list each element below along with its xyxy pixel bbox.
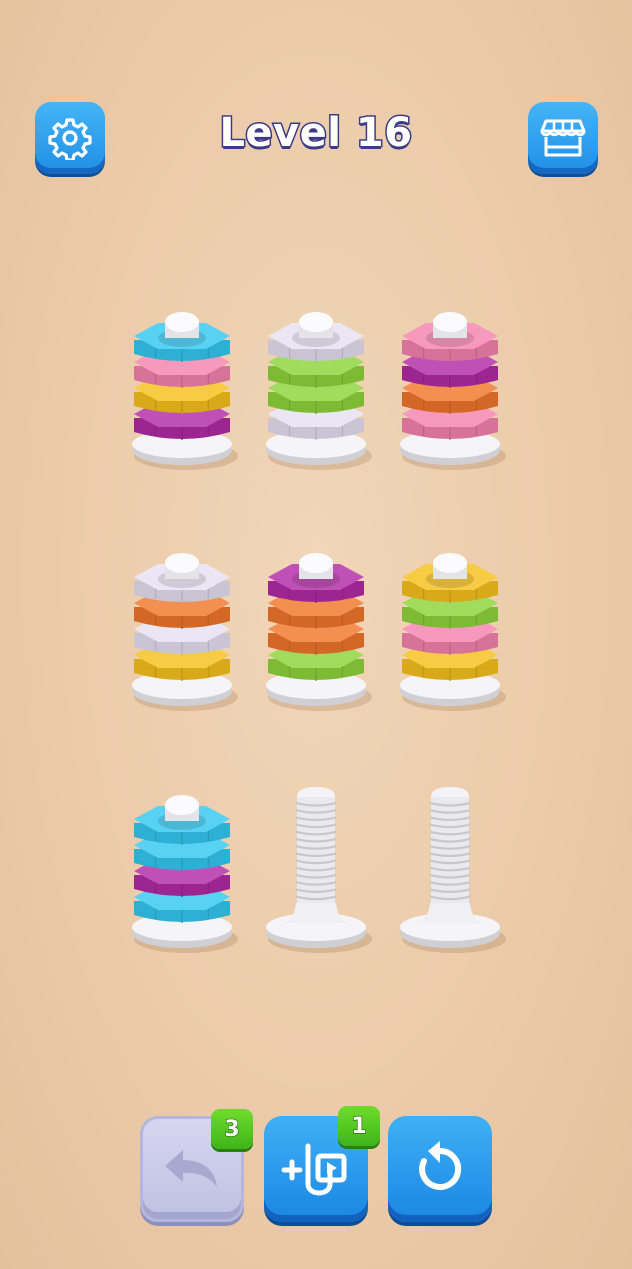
restart-icon xyxy=(419,1141,462,1190)
bolt-cap-top xyxy=(165,795,199,815)
bolt[interactable] xyxy=(266,553,372,711)
bolt[interactable] xyxy=(400,312,506,470)
bolt-cap-top xyxy=(433,312,467,332)
bolt-cap-top xyxy=(433,553,467,573)
undo-icon xyxy=(165,1150,217,1187)
bolt[interactable] xyxy=(400,787,506,953)
bolt[interactable] xyxy=(266,312,372,470)
bolt[interactable] xyxy=(132,553,238,711)
bolt-tip xyxy=(297,787,335,797)
bolt[interactable] xyxy=(132,312,238,470)
bolt[interactable] xyxy=(132,795,238,953)
bolt[interactable] xyxy=(400,553,506,711)
game-board xyxy=(132,312,506,953)
bolt-tip xyxy=(431,787,469,797)
add-bolt-button[interactable]: 1 xyxy=(264,1106,380,1222)
bolt-cap-top xyxy=(165,312,199,332)
bolt-flare xyxy=(282,903,350,923)
bolt-flare xyxy=(416,903,484,923)
undo-count-badge: 3 xyxy=(211,1109,253,1149)
bolt-cap-top xyxy=(299,553,333,573)
restart-button[interactable] xyxy=(388,1116,492,1222)
bolt-cap-top xyxy=(165,553,199,573)
bolt[interactable] xyxy=(266,787,372,953)
add-bolt-count-badge: 1 xyxy=(338,1106,380,1146)
bolt-cap-top xyxy=(299,312,333,332)
undo-button[interactable]: 3 xyxy=(140,1109,253,1222)
